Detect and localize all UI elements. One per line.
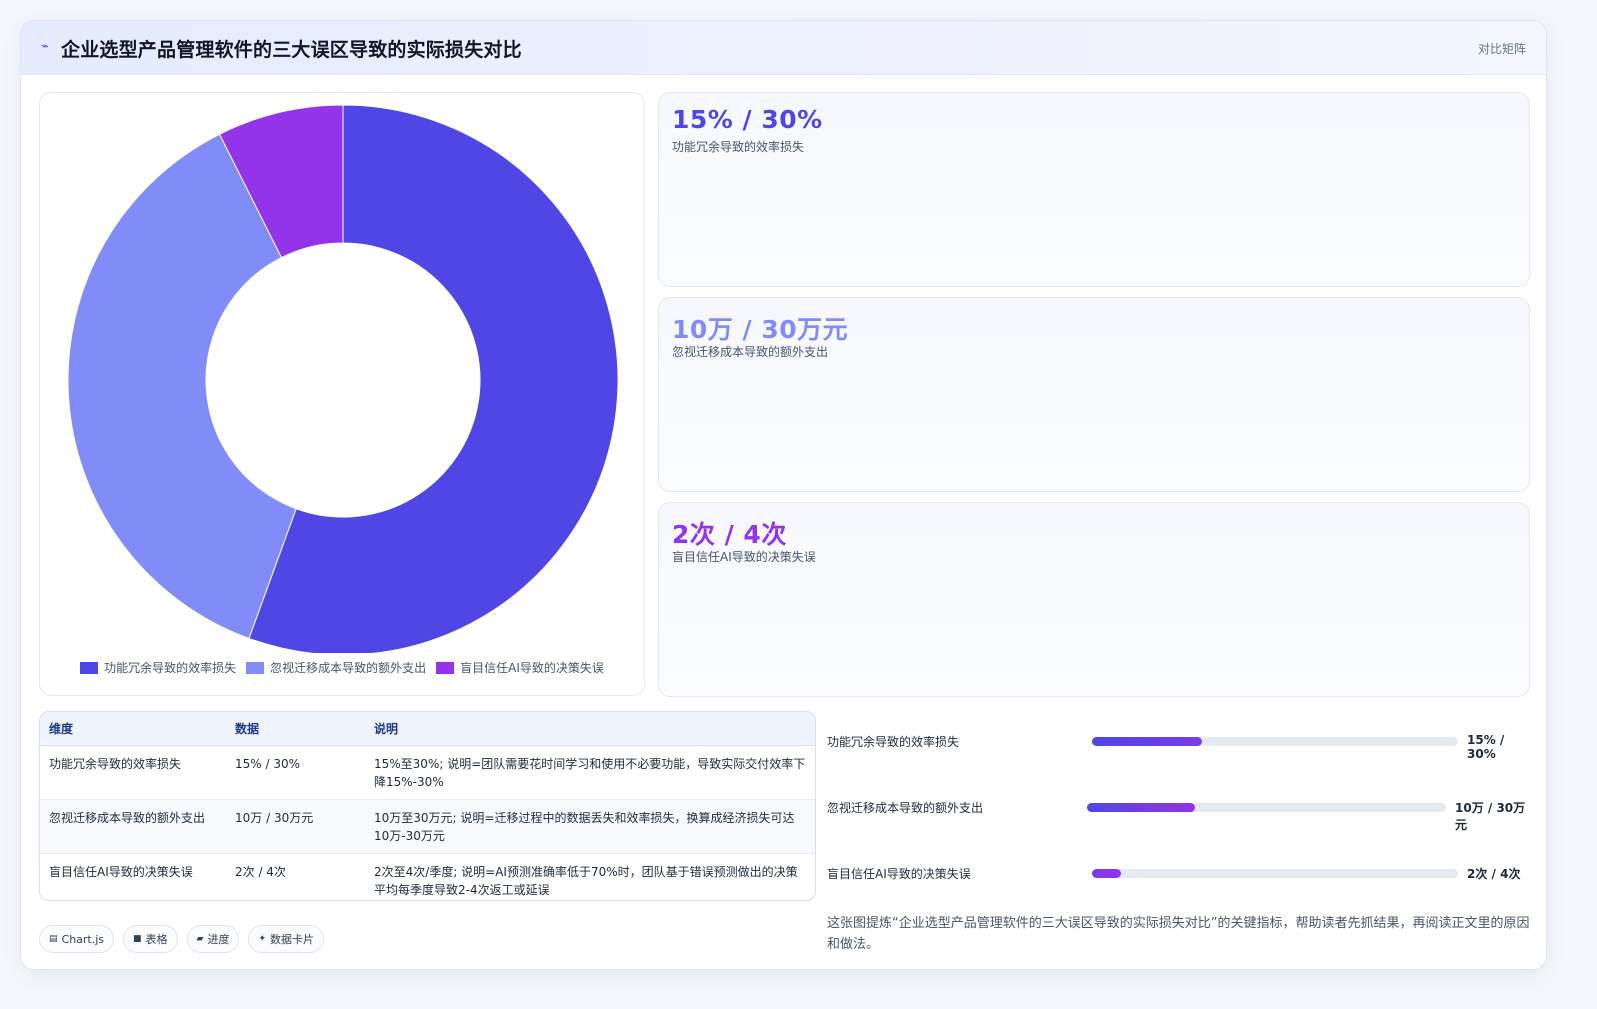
legend-item-1[interactable]: 功能冗余导致的效率损失 xyxy=(80,659,236,676)
table-row: 盲目信任AI导致的决策失误 2次 / 4次 2次至4次/季度; 说明=AI预测准… xyxy=(40,853,815,900)
progress-track-2 xyxy=(1087,803,1446,812)
progress-row-1: 功能冗余导致的效率损失 15% / 30% xyxy=(827,731,1533,761)
progress-label-2: 忽视迁移成本导致的额外支出 xyxy=(827,801,984,815)
table-header-dimension: 维度 xyxy=(40,712,226,746)
table-header-description: 说明 xyxy=(365,712,815,746)
data-table: 维度 数据 说明 功能冗余导致的效率损失 15% / 30% 15%至30%; … xyxy=(39,711,816,901)
kpi-label-1: 功能冗余导致的效率损失 xyxy=(672,140,805,154)
chip-data-cards[interactable]: ✦ 数据卡片 xyxy=(248,925,325,953)
header: ⌁ 企业选型产品管理软件的三大误区导致的实际损失对比 对比矩阵 xyxy=(21,21,1546,75)
table-icon: ■ xyxy=(133,934,142,944)
kpi-label-3: 盲目信任AI导致的决策失误 xyxy=(672,550,816,564)
bolt-icon: ⌁ xyxy=(41,39,49,54)
table-cell: 功能冗余导致的效率损失 xyxy=(40,745,226,800)
progress-track-1 xyxy=(1092,737,1458,746)
chart-icon: ▤ xyxy=(49,934,58,944)
sparkle-icon: ✦ xyxy=(258,934,267,944)
table-cell: 10万 / 30万元 xyxy=(226,799,365,854)
legend-item-2[interactable]: 忽视迁移成本导致的额外支出 xyxy=(246,659,426,676)
table-cell: 盲目信任AI导致的决策失误 xyxy=(49,864,193,879)
main-card: ⌁ 企业选型产品管理软件的三大误区导致的实际损失对比 对比矩阵 功能冗余导致的效… xyxy=(20,20,1547,970)
chip-progress[interactable]: ▰ 进度 xyxy=(186,925,240,953)
kpi-value-3: 2次 / 4次 xyxy=(672,520,787,549)
kpi-label-2: 忽视迁移成本导致的额外支出 xyxy=(672,345,829,359)
table-cell: 2次至4次/季度; 说明=AI预测准确率低于70%时，团队基于错误预测做出的决策… xyxy=(374,864,798,897)
table-header-data: 数据 xyxy=(226,712,365,746)
progress-fill-1 xyxy=(1092,737,1202,746)
table-header-row: 维度 数据 说明 xyxy=(40,712,815,746)
chip-label: Chart.js xyxy=(61,932,105,946)
summary-note: 这张图提炼“企业选型产品管理软件的三大误区导致的实际损失对比”的关键指标，帮助读… xyxy=(827,916,1530,952)
chart-legend: 功能冗余导致的效率损失 忽视迁移成本导致的额外支出 盲目信任AI导致的决策失误 xyxy=(40,659,644,676)
legend-swatch-2 xyxy=(246,661,265,674)
progress-label-1: 功能冗余导致的效率损失 xyxy=(827,735,960,749)
progress-row-3: 盲目信任AI导致的决策失误 2次 / 4次 xyxy=(827,863,1533,883)
table-cell: 15% / 30% xyxy=(226,745,365,800)
legend-label-2: 忽视迁移成本导致的额外支出 xyxy=(270,661,427,675)
legend-label-3: 盲目信任AI导致的决策失误 xyxy=(460,661,604,675)
progress-label-3: 盲目信任AI导致的决策失误 xyxy=(827,867,971,881)
progress-track-3 xyxy=(1092,869,1458,878)
kpi-card-2: 10万 / 30万元 忽视迁移成本导致的额外支出 xyxy=(658,297,1530,492)
progress-fill-3 xyxy=(1092,869,1122,878)
legend-item-3[interactable]: 盲目信任AI导致的决策失误 xyxy=(436,659,604,676)
legend-swatch-1 xyxy=(80,661,99,674)
kpi-value-2: 10万 / 30万元 xyxy=(672,315,849,344)
legend-swatch-3 xyxy=(436,661,455,674)
chip-table[interactable]: ■ 表格 xyxy=(123,925,178,953)
progress-icon: ▰ xyxy=(196,934,204,944)
legend-label-1: 功能冗余导致的效率损失 xyxy=(104,661,237,675)
progress-row-2: 忽视迁移成本导致的额外支出 10万 / 30万元 xyxy=(827,797,1533,832)
kpi-value-1: 15% / 30% xyxy=(672,105,823,134)
page-title: 企业选型产品管理软件的三大误区导致的实际损失对比 xyxy=(61,39,522,61)
tech-chips: ▤ Chart.js ■ 表格 ▰ 进度 ✦ 数据卡片 xyxy=(39,925,325,953)
progress-value-3: 2次 / 4次 xyxy=(1467,867,1521,881)
table-cell: 忽视迁移成本导致的额外支出 xyxy=(40,799,226,854)
kpi-card-3: 2次 / 4次 盲目信任AI导致的决策失误 xyxy=(658,502,1530,697)
kpi-card-1: 15% / 30% 功能冗余导致的效率损失 xyxy=(658,92,1530,287)
progress-value-2: 10万 / 30万元 xyxy=(1455,801,1526,832)
chip-label: 数据卡片 xyxy=(270,933,315,946)
progress-value-1: 15% / 30% xyxy=(1467,733,1505,761)
header-tag: 对比矩阵 xyxy=(1477,42,1526,56)
table-row: 忽视迁移成本导致的额外支出 10万 / 30万元 10万至30万元; 说明=迁移… xyxy=(40,799,815,854)
table-cell: 10万至30万元; 说明=迁移过程中的数据丢失和效率损失，换算成经济损失可达10… xyxy=(365,799,815,854)
progress-fill-2 xyxy=(1087,803,1195,812)
chip-label: 进度 xyxy=(207,933,230,946)
doughnut-chart xyxy=(67,104,619,653)
table-cell: 15%至30%; 说明=团队需要花时间学习和使用不必要功能，导致实际交付效率下降… xyxy=(365,745,815,800)
doughnut-chart-panel: 功能冗余导致的效率损失 忽视迁移成本导致的额外支出 盲目信任AI导致的决策失误 xyxy=(39,92,645,696)
chip-label: 表格 xyxy=(145,933,168,946)
table-row: 功能冗余导致的效率损失 15% / 30% 15%至30%; 说明=团队需要花时… xyxy=(40,745,815,800)
chip-chartjs[interactable]: ▤ Chart.js xyxy=(39,925,115,953)
table-cell: 2次 / 4次 xyxy=(235,864,286,879)
